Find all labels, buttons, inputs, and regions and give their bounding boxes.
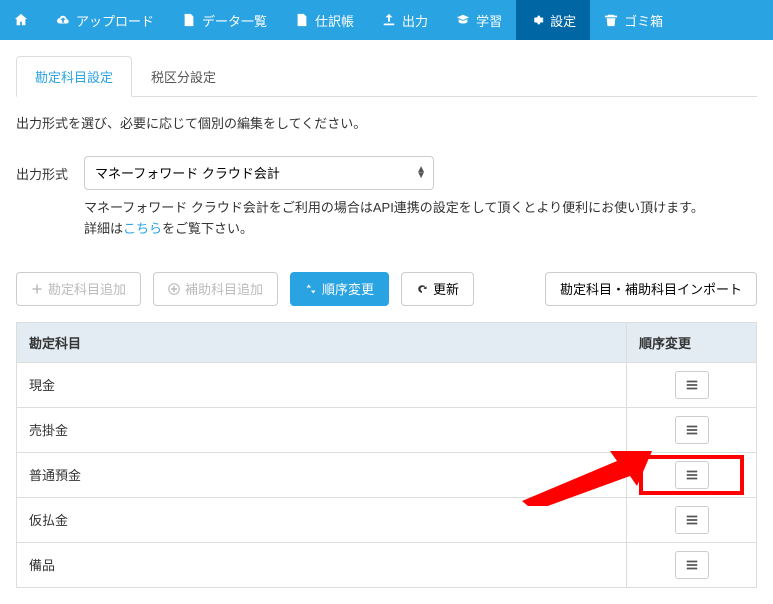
export-icon bbox=[382, 13, 396, 27]
table-row: 普通預金 bbox=[17, 452, 757, 497]
home-icon bbox=[14, 13, 28, 27]
nav-upload-label: アップロード bbox=[76, 11, 154, 30]
nav-output[interactable]: 出力 bbox=[368, 0, 442, 40]
col-account: 勘定科目 bbox=[17, 322, 627, 362]
nav-data-list-label: データ一覧 bbox=[202, 11, 267, 30]
help-text: マネーフォワード クラウド会計をご利用の場合はAPI連携の設定をして頂くとより便… bbox=[84, 198, 704, 240]
hamburger-icon bbox=[685, 558, 699, 572]
add-account-button[interactable]: 勘定科目追加 bbox=[16, 272, 141, 306]
drag-handle[interactable] bbox=[675, 371, 709, 399]
button-row: 勘定科目追加 補助科目追加 順序変更 更新 勘定科目・補助科目インポート bbox=[16, 272, 757, 306]
account-name: 仮払金 bbox=[17, 497, 627, 542]
tab-account-settings[interactable]: 勘定科目設定 bbox=[16, 56, 132, 97]
nav-upload[interactable]: アップロード bbox=[42, 0, 168, 40]
nav-data-list[interactable]: データ一覧 bbox=[168, 0, 281, 40]
nav-journal-label: 仕訳帳 bbox=[315, 11, 354, 30]
output-format-label: 出力形式 bbox=[16, 156, 68, 183]
drag-handle[interactable] bbox=[675, 416, 709, 444]
content-area: 勘定科目設定 税区分設定 出力形式を選び、必要に応じて個別の編集をしてください。… bbox=[0, 40, 773, 604]
hamburger-icon bbox=[685, 513, 699, 527]
nav-trash-label: ゴミ箱 bbox=[624, 11, 663, 30]
refresh-icon bbox=[416, 283, 428, 295]
table-row: 仮払金 bbox=[17, 497, 757, 542]
graduation-icon bbox=[456, 13, 470, 27]
drag-handle[interactable] bbox=[675, 506, 709, 534]
hamburger-icon bbox=[685, 468, 699, 482]
nav-settings[interactable]: 設定 bbox=[516, 0, 590, 40]
output-format-row: 出力形式 マネーフォワード クラウド会計 ▲▼ マネーフォワード クラウド会計を… bbox=[16, 156, 757, 240]
nav-learning-label: 学習 bbox=[476, 11, 502, 30]
account-name: 現金 bbox=[17, 362, 627, 407]
col-order: 順序変更 bbox=[627, 322, 757, 362]
cloud-upload-icon bbox=[56, 13, 70, 27]
account-name: 売掛金 bbox=[17, 407, 627, 452]
sort-icon bbox=[305, 283, 317, 295]
nav-home[interactable] bbox=[0, 0, 42, 40]
details-link[interactable]: こちら bbox=[123, 221, 162, 236]
table-row: 備品 bbox=[17, 542, 757, 587]
accounts-table: 勘定科目 順序変更 現金 売掛金 普通預金 仮払金 備品 bbox=[16, 322, 757, 588]
file-icon bbox=[182, 13, 196, 27]
trash-icon bbox=[604, 13, 618, 27]
drag-handle[interactable] bbox=[675, 551, 709, 579]
plus-circle-icon bbox=[168, 283, 180, 295]
refresh-button[interactable]: 更新 bbox=[401, 272, 474, 306]
add-sub-account-button[interactable]: 補助科目追加 bbox=[153, 272, 278, 306]
reorder-button[interactable]: 順序変更 bbox=[290, 272, 389, 306]
nav-journal[interactable]: 仕訳帳 bbox=[281, 0, 368, 40]
nav-learning[interactable]: 学習 bbox=[442, 0, 516, 40]
drag-handle[interactable] bbox=[675, 461, 709, 489]
gear-icon bbox=[530, 13, 544, 27]
account-name: 普通預金 bbox=[17, 452, 627, 497]
tab-tax-settings[interactable]: 税区分設定 bbox=[132, 56, 235, 96]
settings-tabs: 勘定科目設定 税区分設定 bbox=[16, 56, 757, 97]
table-row: 現金 bbox=[17, 362, 757, 407]
output-format-select[interactable]: マネーフォワード クラウド会計 bbox=[84, 156, 434, 190]
nav-settings-label: 設定 bbox=[550, 11, 576, 30]
account-name: 備品 bbox=[17, 542, 627, 587]
import-button[interactable]: 勘定科目・補助科目インポート bbox=[545, 272, 757, 306]
nav-trash[interactable]: ゴミ箱 bbox=[590, 0, 677, 40]
nav-output-label: 出力 bbox=[402, 11, 428, 30]
instruction-text: 出力形式を選び、必要に応じて個別の編集をしてください。 bbox=[16, 113, 757, 132]
plus-icon bbox=[31, 283, 43, 295]
table-row: 売掛金 bbox=[17, 407, 757, 452]
hamburger-icon bbox=[685, 423, 699, 437]
top-navbar: アップロード データ一覧 仕訳帳 出力 学習 設定 ゴミ箱 bbox=[0, 0, 773, 40]
hamburger-icon bbox=[685, 378, 699, 392]
book-icon bbox=[295, 13, 309, 27]
